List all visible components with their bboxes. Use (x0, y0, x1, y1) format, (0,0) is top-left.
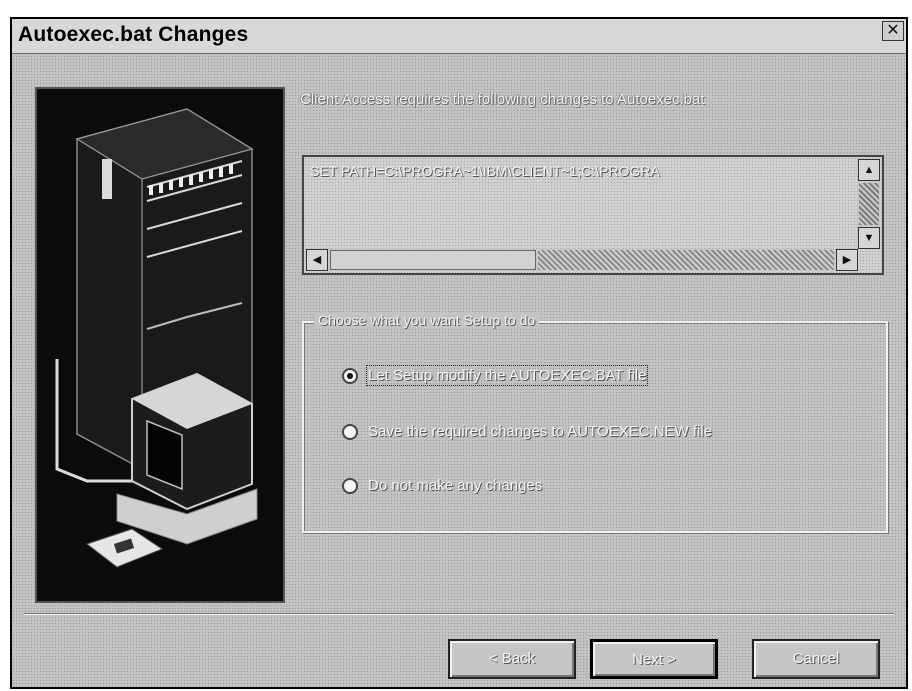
option-label[interactable]: Do not make any changes (368, 477, 542, 494)
autoexec-dialog: Autoexec.bat Changes ✕ Client Access req… (10, 17, 908, 689)
radio-button[interactable] (342, 424, 358, 440)
left-arrow-icon[interactable]: ◀ (306, 249, 328, 271)
window-title: Autoexec.bat Changes (18, 23, 249, 46)
group-legend: Choose what you want Setup to do (314, 312, 540, 328)
prompt-text: Client Access requires the following cha… (300, 91, 705, 108)
changes-textbox[interactable]: SET PATH=C:\PROGRA~1\IBM\CLIENT~1;C:\PRO… (302, 155, 884, 275)
title-bar[interactable]: Autoexec.bat Changes ✕ (12, 19, 906, 54)
option-label[interactable]: Save the required changes to AUTOEXEC.NE… (368, 423, 712, 440)
back-button[interactable]: < Back (448, 639, 576, 679)
vertical-scrollbar[interactable]: ▲ ▼ (858, 159, 880, 249)
setup-options-group: Choose what you want Setup to do Let Set… (302, 312, 888, 533)
radio-button[interactable] (342, 478, 358, 494)
next-button[interactable]: Next > (590, 639, 718, 679)
radio-button-checked[interactable] (342, 368, 358, 384)
close-button[interactable]: ✕ (882, 21, 904, 41)
right-arrow-icon[interactable]: ▶ (836, 249, 858, 271)
horizontal-scroll-track[interactable] (538, 250, 834, 270)
down-arrow-icon[interactable]: ▼ (858, 227, 880, 249)
option-label[interactable]: Let Setup modify the AUTOEXEC.BAT file (365, 365, 649, 386)
up-arrow-icon[interactable]: ▲ (858, 159, 880, 181)
setup-illustration (35, 87, 285, 603)
horizontal-scroll-thumb[interactable] (330, 250, 536, 270)
computer-illustration (37, 89, 283, 601)
changes-line: SET PATH=C:\PROGRA~1\IBM\CLIENT~1;C:\PRO… (310, 163, 660, 179)
cancel-button[interactable]: Cancel (752, 639, 880, 679)
horizontal-scrollbar[interactable]: ◀ ▶ (306, 249, 858, 271)
button-divider (24, 613, 894, 615)
vertical-scroll-thumb[interactable] (859, 183, 879, 225)
